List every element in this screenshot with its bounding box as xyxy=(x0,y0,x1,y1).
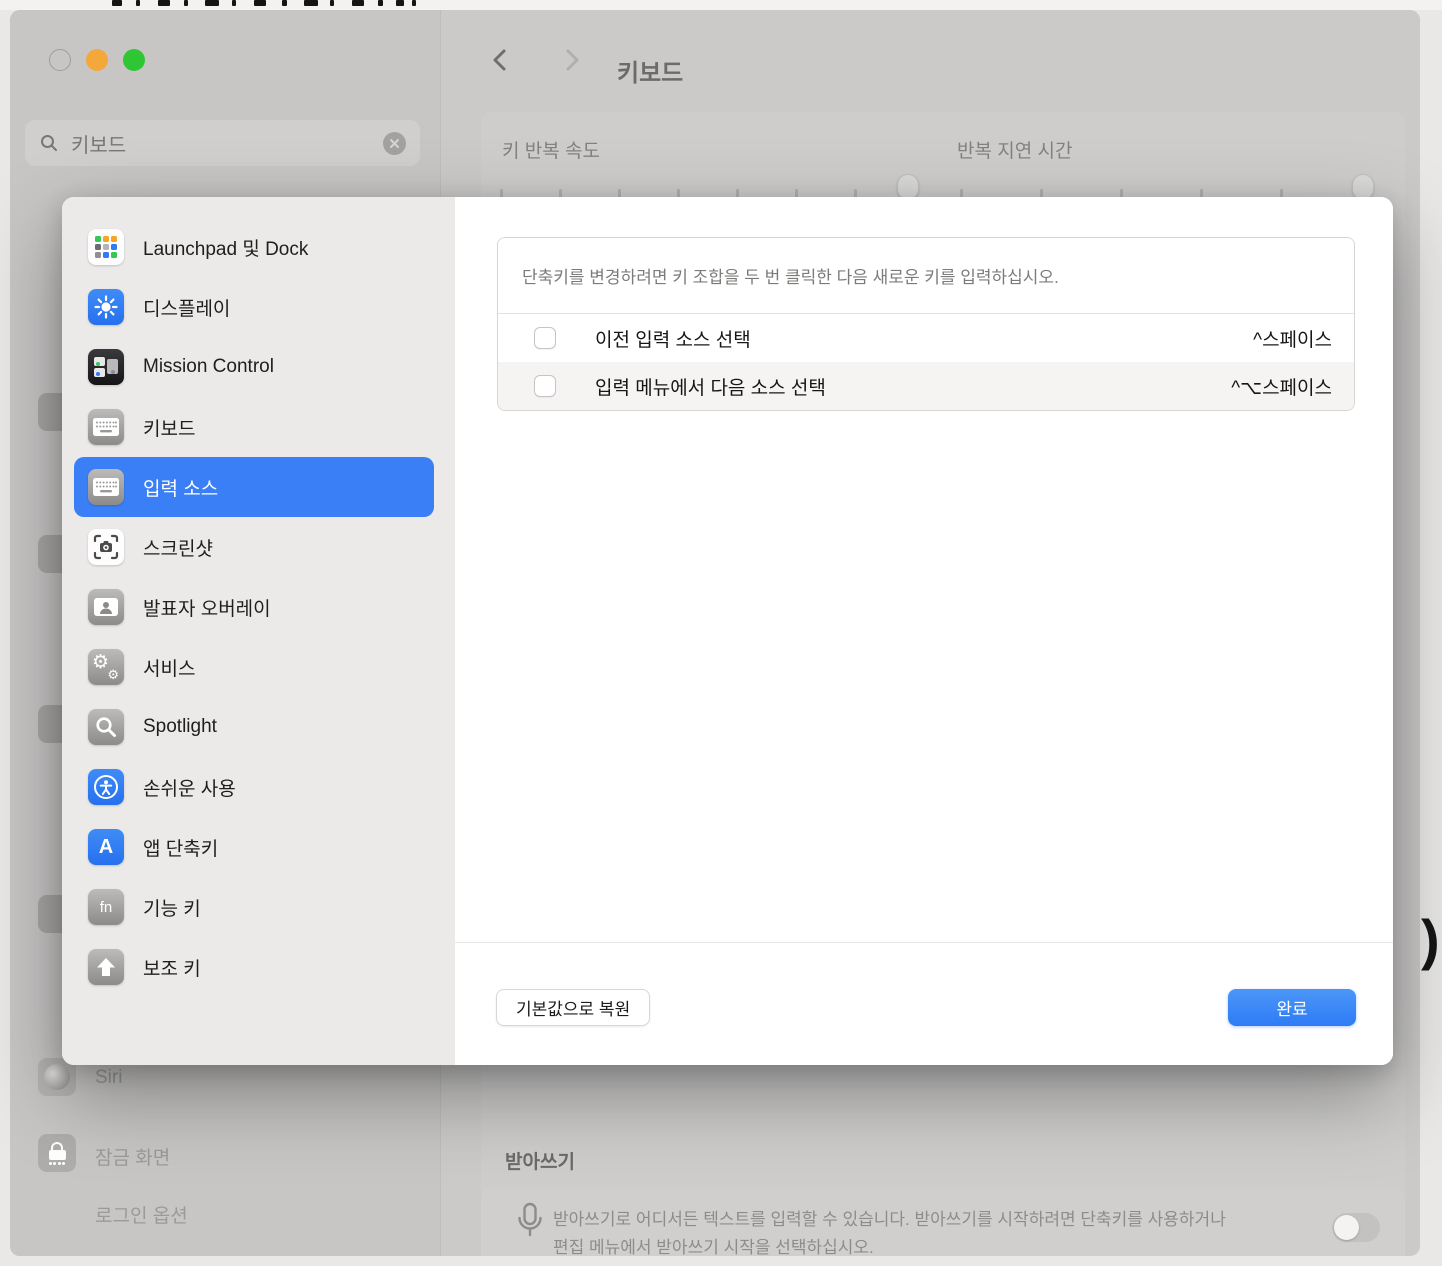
sidebar-item-keyboard[interactable]: 키보드 xyxy=(74,397,434,457)
sidebar-item-app-shortcuts[interactable]: A 앱 단축키 xyxy=(74,817,434,877)
shortcut-keys[interactable]: ^⌥스페이스 xyxy=(1231,373,1332,400)
mission-control-icon xyxy=(88,349,124,385)
lock-screen-icon xyxy=(38,1134,76,1172)
restore-defaults-button[interactable]: 기본값으로 복원 xyxy=(496,989,650,1026)
search-icon xyxy=(39,133,59,153)
sidebar-item-spotlight[interactable]: Spotlight xyxy=(74,697,434,757)
page-title: 키보드 xyxy=(617,53,683,88)
sidebar-item-mission-control[interactable]: Mission Control xyxy=(74,337,434,397)
zoom-button[interactable] xyxy=(123,49,145,71)
checkbox[interactable] xyxy=(534,375,556,397)
desktop-paren-glyph: ) xyxy=(1421,912,1440,968)
sidebar-item-screenshots[interactable]: 스크린샷 xyxy=(74,517,434,577)
input-sources-icon xyxy=(88,469,124,505)
sidebar-item-login-options[interactable]: 로그인 옵션 xyxy=(95,1201,188,1228)
keyboard-icon xyxy=(88,409,124,445)
services-icon: ⚙ ⚙ xyxy=(88,649,124,685)
dictation-description: 받아쓰기로 어디서든 텍스트를 입력할 수 있습니다. 받아쓰기를 시작하려면 … xyxy=(553,1206,1343,1256)
dictation-toggle[interactable] xyxy=(1332,1213,1380,1242)
checkbox[interactable] xyxy=(534,327,556,349)
back-chevron-icon[interactable] xyxy=(487,46,513,74)
app-shortcuts-icon: A xyxy=(88,829,124,865)
screen: ) 키보드 키 반복 속도 반복 지연 시간 xyxy=(0,0,1442,1266)
shortcut-keys[interactable]: ^스페이스 xyxy=(1253,325,1332,352)
search-field[interactable] xyxy=(25,120,420,166)
dialog-footer: 기본값으로 복원 완료 xyxy=(455,942,1393,1065)
shortcut-list: 단축키를 변경하려면 키 조합을 두 번 클릭한 다음 새로운 키를 입력하십시… xyxy=(497,237,1355,411)
shortcut-row[interactable]: 이전 입력 소스 선택 ^스페이스 xyxy=(498,314,1354,362)
launchpad-icon xyxy=(88,229,124,265)
sidebar-item-display[interactable]: 디스플레이 xyxy=(74,277,434,337)
key-repeat-label: 키 반복 속도 xyxy=(502,136,600,163)
done-button[interactable]: 완료 xyxy=(1228,989,1356,1026)
function-keys-icon: fn xyxy=(88,889,124,925)
top-text-fragments xyxy=(0,0,1442,10)
repeat-delay-label: 반복 지연 시간 xyxy=(957,136,1072,163)
minimize-button[interactable] xyxy=(86,49,108,71)
sidebar-item-input-sources[interactable]: 입력 소스 xyxy=(74,457,434,517)
sidebar-item-services[interactable]: ⚙ ⚙ 서비스 xyxy=(74,637,434,697)
sidebar-item-launchpad-dock[interactable]: Launchpad 및 Dock xyxy=(74,217,434,277)
accessibility-icon xyxy=(88,769,124,805)
sidebar-item-modifier-keys[interactable]: 보조 키 xyxy=(74,937,434,997)
display-icon xyxy=(88,289,124,325)
dialog-sidebar: Launchpad 및 Dock 디스플레이 xyxy=(62,197,455,1065)
dialog-content: 단축키를 변경하려면 키 조합을 두 번 클릭한 다음 새로운 키를 입력하십시… xyxy=(455,197,1393,1065)
instruction-text: 단축키를 변경하려면 키 조합을 두 번 클릭한 다음 새로운 키를 입력하십시… xyxy=(498,238,1354,314)
sidebar-item-siri[interactable]: Siri xyxy=(95,1067,122,1089)
close-button[interactable] xyxy=(49,49,71,71)
modifier-keys-icon xyxy=(88,949,124,985)
presenter-overlay-icon xyxy=(88,589,124,625)
sidebar-item-lock-screen[interactable]: 잠금 화면 xyxy=(95,1143,170,1170)
screenshot-icon xyxy=(88,529,124,565)
spotlight-icon xyxy=(88,709,124,745)
sidebar-item-accessibility[interactable]: 손쉬운 사용 xyxy=(74,757,434,817)
dictation-heading: 받아쓰기 xyxy=(505,1147,575,1174)
microphone-icon xyxy=(515,1202,545,1254)
clear-search-icon[interactable] xyxy=(383,132,406,155)
search-input[interactable] xyxy=(69,131,383,156)
keyboard-shortcuts-dialog: Launchpad 및 Dock 디스플레이 xyxy=(62,197,1393,1065)
sidebar-item-presenter-overlay[interactable]: 발표자 오버레이 xyxy=(74,577,434,637)
sidebar-item-function-keys[interactable]: fn 기능 키 xyxy=(74,877,434,937)
forward-chevron-icon[interactable] xyxy=(559,46,585,74)
shortcut-row[interactable]: 입력 메뉴에서 다음 소스 선택 ^⌥스페이스 xyxy=(498,362,1354,410)
